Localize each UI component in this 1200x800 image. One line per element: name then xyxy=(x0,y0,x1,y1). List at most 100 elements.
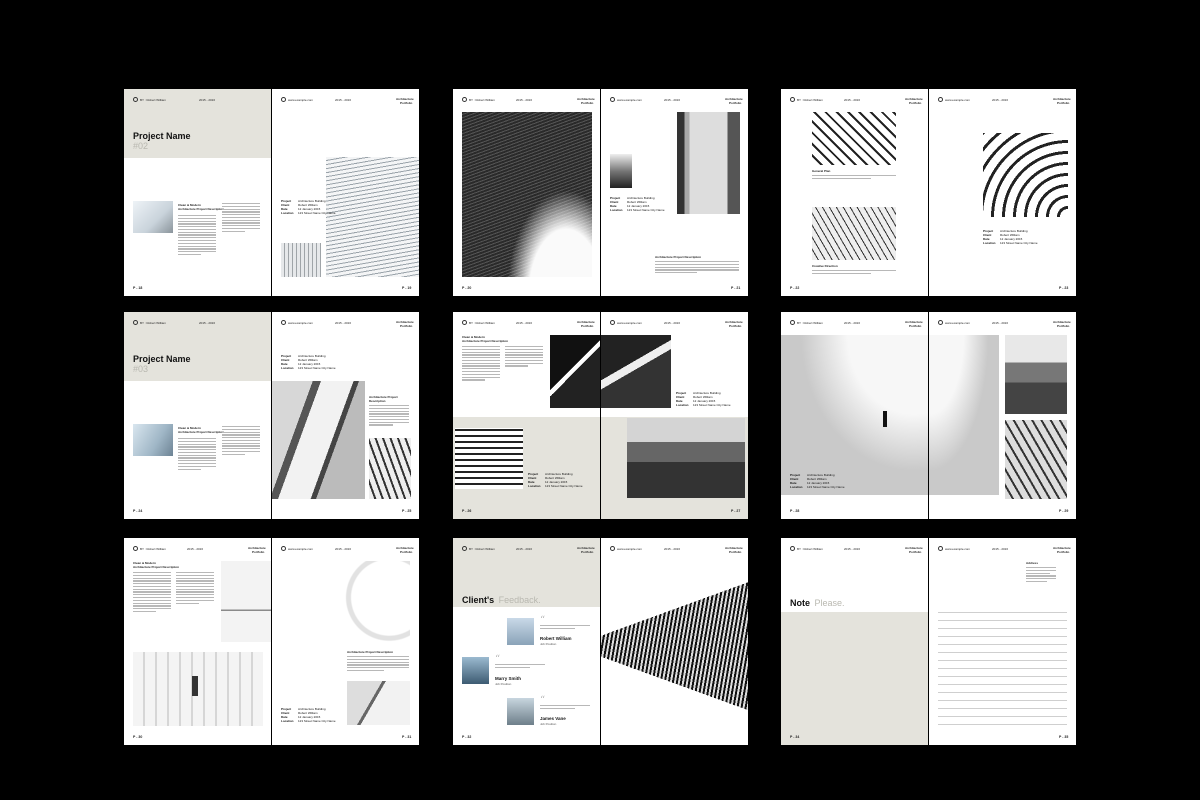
years-label: 2015 - 2016 xyxy=(664,546,681,551)
photo-city-bridge xyxy=(1005,335,1067,414)
circle-logo-icon xyxy=(790,546,795,551)
project-info: Project Architecture Building Client Rober… xyxy=(610,196,665,212)
client-role: Job Position xyxy=(495,682,512,686)
note-line xyxy=(938,668,1067,669)
page-23: www.example.com 2015 - 2016 Architecture… xyxy=(929,89,1076,296)
topic-line2: Portfolio xyxy=(729,101,742,105)
note-line xyxy=(938,724,1067,725)
circle-logo-icon xyxy=(281,320,286,325)
address-heading: Address xyxy=(1026,561,1039,565)
section-heading-2: Architecture Project Description xyxy=(133,565,180,569)
site-label: www.example.com xyxy=(288,97,314,102)
note-line xyxy=(938,628,1067,629)
years-label: 2015 - 2016 xyxy=(516,97,533,102)
topic-line2: Portfolio xyxy=(909,101,922,105)
years-label: 2015 - 2016 xyxy=(664,320,681,325)
testimonial-text xyxy=(540,625,590,631)
photo-white-pavilion-cont xyxy=(929,335,999,495)
photo-white-building xyxy=(347,681,410,725)
note-line xyxy=(938,652,1067,653)
circle-logo-icon xyxy=(938,97,943,102)
page-number: P - 20 xyxy=(462,286,472,290)
photo-bridge xyxy=(677,112,740,214)
section-heading: Architecture Project Description xyxy=(655,255,702,259)
years-label: 2015 - 2016 xyxy=(335,97,352,102)
author-label: BY : Robert William xyxy=(140,97,166,102)
project-info: Project Architecture Building Client Rober… xyxy=(281,707,336,723)
years-label: 2015 - 2016 xyxy=(516,320,533,325)
page-31: www.example.com 2015 - 2016 Architecture… xyxy=(272,538,419,745)
photo-steel-structure xyxy=(812,112,896,165)
note-line xyxy=(938,676,1067,677)
page-number: P - 34 xyxy=(790,735,800,739)
page-35: www.example.com 2015 - 2016 Architecture… xyxy=(929,538,1076,745)
body-text-col1 xyxy=(462,346,500,382)
note-line xyxy=(938,692,1067,693)
topic-line2: Portfolio xyxy=(400,101,413,105)
page-number: P - 22 xyxy=(790,286,800,290)
project-info: Project Architecture Building Client Rober… xyxy=(983,229,1038,245)
photo-dark-structure-cont xyxy=(601,335,671,408)
page-27: www.example.com 2015 - 2016 Architecture… xyxy=(601,312,748,519)
page-number: P - 30 xyxy=(133,735,143,739)
beige-block xyxy=(781,612,928,745)
page-28: BY : Robert William 2015 - 2016 Architec… xyxy=(781,312,928,519)
circle-logo-icon xyxy=(462,320,467,325)
page-22: BY : Robert William 2015 - 2016 Architec… xyxy=(781,89,928,296)
note-line xyxy=(938,612,1067,613)
photo-white-interior xyxy=(221,561,271,642)
avatar xyxy=(507,618,534,645)
circle-logo-icon xyxy=(790,97,795,102)
author-label: BY : Robert William xyxy=(469,320,495,325)
body-text-col1 xyxy=(133,572,171,614)
circle-logo-icon xyxy=(281,97,286,102)
general-plan-heading: General Plan xyxy=(812,169,831,173)
years-label: 2015 - 2016 xyxy=(199,97,216,102)
topic-line2: Portfolio xyxy=(1057,101,1070,105)
photo-church xyxy=(627,418,745,498)
project-info: Project Architecture Building Client Rober… xyxy=(676,391,731,407)
page-number: P - 28 xyxy=(790,509,800,513)
page-note: BY : Robert William 2015 - 2016 Architec… xyxy=(781,538,928,745)
circle-logo-icon xyxy=(133,97,138,102)
testimonial-text xyxy=(540,705,590,711)
photo-lantern xyxy=(192,676,198,696)
topic-line2: Portfolio xyxy=(581,101,594,105)
project-title: Project Name xyxy=(133,354,191,364)
photo-angled-facade xyxy=(369,438,411,499)
note-line xyxy=(938,660,1067,661)
page-number: P - 32 xyxy=(462,735,472,739)
page-project-03: BY : Robert William 2015 - 2016 Project … xyxy=(124,312,271,519)
body-text-col1 xyxy=(178,438,216,471)
author-label: BY : Robert William xyxy=(469,97,495,102)
topic-line2: Portfolio xyxy=(252,550,265,554)
years-label: 2015 - 2016 xyxy=(992,546,1009,551)
page-number: P - 27 xyxy=(731,509,741,513)
page-number: P - 31 xyxy=(402,735,412,739)
years-label: 2015 - 2016 xyxy=(664,97,681,102)
note-line xyxy=(938,716,1067,717)
feedback-title: Client's Feedback. xyxy=(462,590,541,608)
feedback-title-light: Feedback. xyxy=(498,595,541,605)
photo-curved-building xyxy=(326,157,419,277)
page-number: P - 23 xyxy=(1059,286,1069,290)
photo-facade xyxy=(281,243,321,277)
circle-logo-icon xyxy=(610,97,615,102)
photo-apartment-block xyxy=(455,428,523,489)
circle-logo-icon xyxy=(790,320,795,325)
years-label: 2015 - 2016 xyxy=(844,546,861,551)
page-feedback: BY : Robert William 2015 - 2016 Architec… xyxy=(453,538,600,745)
author-label: BY : Robert William xyxy=(140,546,166,551)
years-label: 2015 - 2016 xyxy=(844,320,861,325)
photo-glass-roof xyxy=(812,207,896,260)
circle-logo-icon xyxy=(938,320,943,325)
site-label: www.example.com xyxy=(288,546,314,551)
note-line xyxy=(938,620,1067,621)
site-label: www.example.com xyxy=(945,97,971,102)
photo-white-curve xyxy=(272,561,410,642)
avatar xyxy=(507,698,534,725)
photo-small-tower xyxy=(610,154,632,188)
years-label: 2015 - 2016 xyxy=(199,320,216,325)
note-title: Note Please. xyxy=(790,593,844,611)
address-text xyxy=(1026,567,1056,584)
